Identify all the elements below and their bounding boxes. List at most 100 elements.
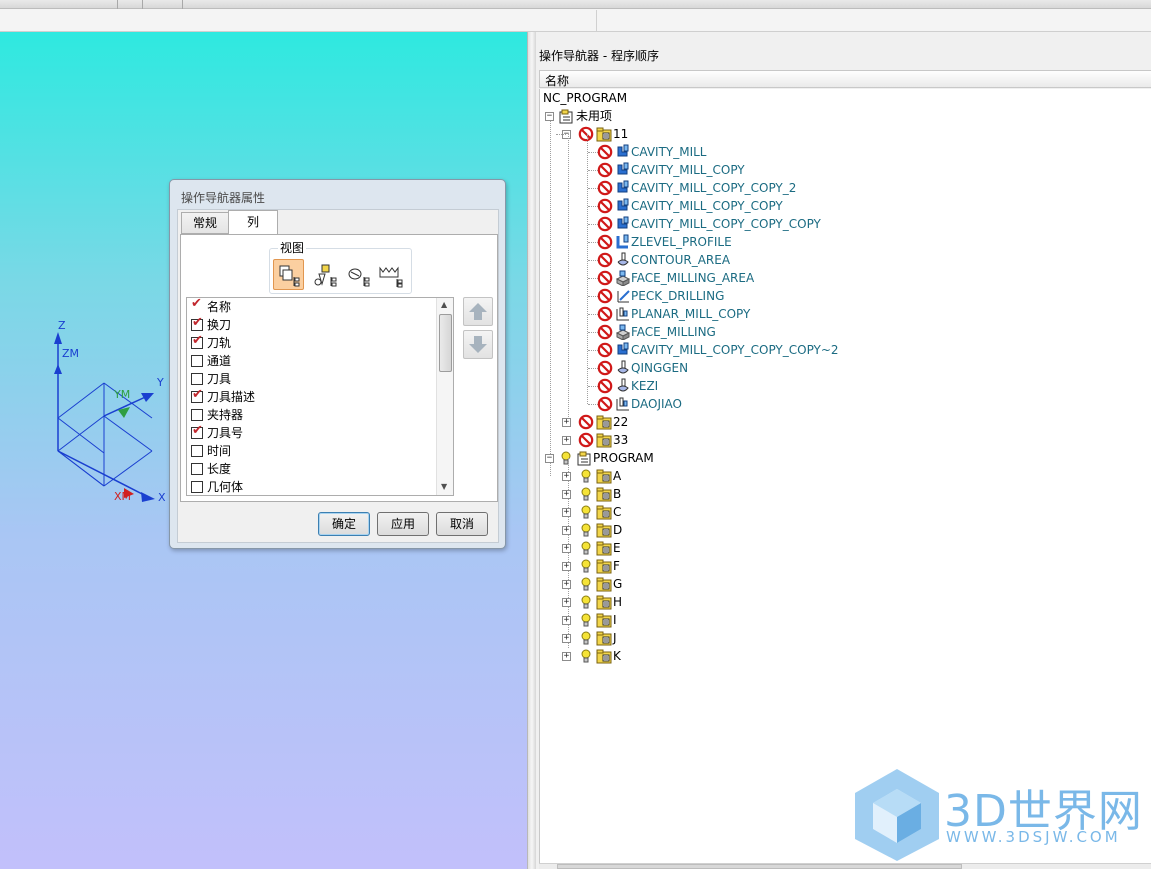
tree-node-operation[interactable]: ZLEVEL_PROFILE bbox=[540, 233, 1140, 251]
folder-icon bbox=[596, 415, 612, 430]
tree-node-operation[interactable]: PECK_DRILLING bbox=[540, 287, 1140, 305]
tree-node-program-child[interactable]: K bbox=[540, 647, 1140, 665]
apply-button[interactable]: 应用 bbox=[377, 512, 429, 536]
tab-general[interactable]: 常规 bbox=[181, 212, 229, 234]
tree-node-group-22[interactable]: 22 bbox=[540, 413, 1140, 431]
column-checkbox[interactable] bbox=[191, 445, 203, 457]
horizontal-scrollbar[interactable] bbox=[539, 863, 1151, 869]
folder-icon bbox=[596, 559, 612, 574]
move-up-button[interactable] bbox=[463, 297, 493, 326]
tree-node-program-child[interactable]: A bbox=[540, 467, 1140, 485]
columns-list-scrollbar[interactable]: ▲ ▼ bbox=[436, 298, 453, 495]
prohibit-icon bbox=[597, 234, 613, 250]
bulb-icon bbox=[581, 613, 591, 627]
cancel-button[interactable]: 取消 bbox=[436, 512, 488, 536]
machine-tool-view-icon bbox=[314, 264, 337, 287]
tree-node-label: KEZI bbox=[631, 379, 659, 393]
cavity-mill-icon bbox=[617, 162, 629, 175]
column-checkbox[interactable] bbox=[191, 355, 203, 367]
checkmark-icon: ✔ bbox=[192, 315, 203, 330]
tree-node-operation[interactable]: CAVITY_MILL bbox=[540, 143, 1140, 161]
tree-node-program-child[interactable]: H bbox=[540, 593, 1140, 611]
tree-node-operation[interactable]: CAVITY_MILL_COPY_COPY_2 bbox=[540, 179, 1140, 197]
dialog-title: 操作导航器属性 bbox=[181, 191, 266, 205]
tree-node-label: 未用项 bbox=[576, 109, 613, 123]
tree-node-operation[interactable]: CONTOUR_AREA bbox=[540, 251, 1140, 269]
tree-node-label: G bbox=[613, 577, 623, 591]
scrollbar-thumb[interactable] bbox=[557, 864, 962, 869]
tree-node-group-33[interactable]: 33 bbox=[540, 431, 1140, 449]
pane-splitter[interactable] bbox=[527, 32, 536, 869]
column-checkbox[interactable]: ✔ bbox=[191, 388, 203, 403]
column-checkbox[interactable]: ✔ bbox=[191, 334, 203, 349]
navigator-title: 操作导航器 - 程序顺序 bbox=[539, 49, 659, 63]
arrow-down-icon bbox=[469, 336, 487, 353]
tree-node-operation[interactable]: CAVITY_MILL_COPY_COPY bbox=[540, 197, 1140, 215]
tree-node-group-11[interactable]: 11 bbox=[540, 125, 1140, 143]
tree-node-program-child[interactable]: G bbox=[540, 575, 1140, 593]
column-option-label: 时间 bbox=[207, 444, 232, 458]
tree-node-operation[interactable]: CAVITY_MILL_COPY_COPY_COPY bbox=[540, 215, 1140, 233]
scroll-up-arrow-icon[interactable]: ▲ bbox=[441, 300, 447, 309]
column-checkbox[interactable]: ✔ bbox=[191, 297, 203, 313]
column-option-label: 刀具号 bbox=[207, 426, 244, 440]
column-checkbox[interactable]: ✔ bbox=[191, 315, 203, 331]
tree-node-operation[interactable]: FACE_MILLING bbox=[540, 323, 1140, 341]
geometry-view-icon bbox=[348, 268, 370, 287]
tree-root-nc-program[interactable]: NC_PROGRAM bbox=[540, 89, 1140, 107]
tree-node-label: E bbox=[613, 541, 621, 555]
tree-node-label: ZLEVEL_PROFILE bbox=[631, 235, 732, 249]
prohibit-icon bbox=[578, 126, 594, 142]
program-order-view-button[interactable] bbox=[273, 259, 304, 290]
scrollbar-thumb[interactable] bbox=[439, 314, 452, 372]
prohibit-icon bbox=[597, 378, 613, 394]
geometry-view-button[interactable] bbox=[341, 259, 372, 290]
tree-node-program[interactable]: PROGRAM bbox=[540, 449, 1140, 467]
tree-node-operation[interactable]: PLANAR_MILL_COPY bbox=[540, 305, 1140, 323]
tree-node-operation[interactable]: CAVITY_MILL_COPY bbox=[540, 161, 1140, 179]
tree-node-program-child[interactable]: B bbox=[540, 485, 1140, 503]
tree-node-operation[interactable]: KEZI bbox=[540, 377, 1140, 395]
z-axis-label: Z bbox=[58, 319, 66, 332]
tree-node-label: CAVITY_MILL_COPY_COPY_COPY bbox=[631, 217, 821, 231]
tree-node-program-child[interactable]: E bbox=[540, 539, 1140, 557]
operation-navigator: 操作导航器 - 程序顺序 名称 NC_PROGRAM − 未用项 −11 CAVITY_… bbox=[536, 32, 1151, 869]
tree-node-program-child[interactable]: C bbox=[540, 503, 1140, 521]
tree-node-program-child[interactable]: D bbox=[540, 521, 1140, 539]
tree-node-program-child[interactable]: J bbox=[540, 629, 1140, 647]
column-checkbox[interactable] bbox=[191, 463, 203, 475]
drilling-icon bbox=[617, 290, 630, 303]
zm-axis-label: ZM bbox=[62, 347, 80, 360]
toolbar-strip bbox=[0, 0, 1151, 9]
column-checkbox[interactable] bbox=[191, 373, 203, 385]
tree-node-operation[interactable]: CAVITY_MILL_COPY_COPY_COPY~2 bbox=[540, 341, 1140, 359]
tree-connector-line bbox=[556, 134, 566, 135]
tree-node-program-child[interactable]: F bbox=[540, 557, 1140, 575]
column-option-label: 刀轨 bbox=[207, 336, 232, 350]
machining-method-view-button[interactable] bbox=[374, 259, 405, 290]
column-header-name[interactable]: 名称 bbox=[539, 70, 1151, 88]
columns-list[interactable]: ▲ ▼ ✔ 名称 ✔ 换刀 ✔ 刀轨 通道 刀具 ✔ 刀具描述 夹持器 ✔ 刀具号 时间 长度 几何体 bbox=[186, 297, 454, 496]
3dsjw-logo-icon bbox=[855, 769, 939, 861]
scroll-down-arrow-icon[interactable]: ▼ bbox=[441, 482, 447, 491]
navigator-tree[interactable]: NC_PROGRAM − 未用项 −11 CAVITY_MILL CAVITY_MILL_… bbox=[539, 89, 1151, 864]
folder-icon bbox=[596, 613, 612, 628]
column-checkbox[interactable] bbox=[191, 481, 203, 493]
tab-columns[interactable]: 列 bbox=[228, 210, 278, 234]
tree-node-unused[interactable]: 未用项 bbox=[540, 107, 1140, 125]
column-checkbox[interactable] bbox=[191, 409, 203, 421]
machine-tool-view-button[interactable] bbox=[308, 259, 339, 290]
folder-icon bbox=[596, 505, 612, 520]
tree-node-program-child[interactable]: I bbox=[540, 611, 1140, 629]
tree-node-operation[interactable]: FACE_MILLING_AREA bbox=[540, 269, 1140, 287]
column-checkbox[interactable]: ✔ bbox=[191, 424, 203, 439]
tree-node-operation[interactable]: DAOJIAO bbox=[540, 395, 1140, 413]
tree-node-operation[interactable]: QINGGEN bbox=[540, 359, 1140, 377]
move-down-button[interactable] bbox=[463, 330, 493, 359]
dialog-body: 常规 列 视图 ▲ ▼ ✔ 名称 ✔ 换刀 ✔ 刀轨 通道 刀具 ✔ 刀具描述 … bbox=[177, 209, 499, 543]
ok-button[interactable]: 确定 bbox=[318, 512, 370, 536]
prohibit-icon bbox=[597, 270, 613, 286]
prohibit-icon bbox=[578, 414, 594, 430]
bulb-icon bbox=[581, 559, 591, 573]
program-icon bbox=[559, 109, 573, 124]
